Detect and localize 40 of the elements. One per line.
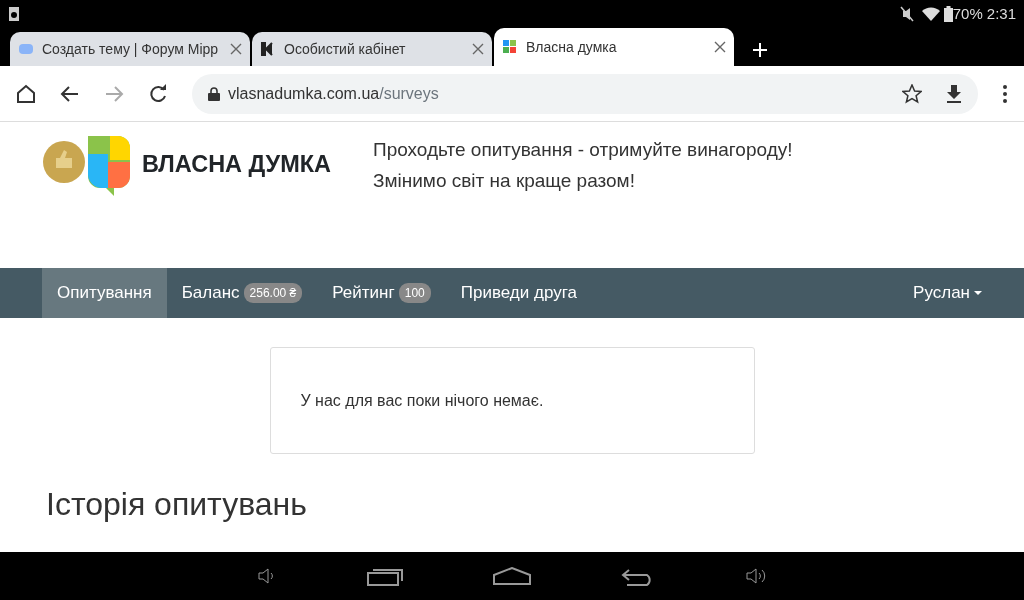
nav-item[interactable]: Баланс 256.00 ₴ bbox=[166, 268, 318, 318]
address-field[interactable]: vlasnadumka.com.ua/surveys bbox=[192, 73, 978, 114]
browser-tab[interactable]: Создать тему | Форум Mipp bbox=[10, 32, 250, 66]
recent-apps-icon[interactable] bbox=[367, 566, 403, 586]
nav-item[interactable]: Рейтинг 100 bbox=[317, 268, 446, 318]
back-icon[interactable] bbox=[60, 83, 80, 104]
browser-tab[interactable]: Власна думка bbox=[494, 28, 734, 66]
url-text: vlasnadumka.com.ua/surveys bbox=[228, 83, 440, 104]
battery-icon bbox=[943, 6, 953, 22]
close-icon[interactable] bbox=[714, 41, 726, 53]
plus-icon[interactable] bbox=[752, 42, 768, 58]
clock: 2:31 bbox=[986, 3, 1016, 24]
reload-icon[interactable] bbox=[148, 83, 168, 104]
caret-icon bbox=[974, 290, 982, 296]
notice-text: У нас для вас поки нічого немає. bbox=[300, 390, 544, 411]
battery-level: 70% bbox=[952, 3, 983, 24]
browser-tab[interactable]: Особистий кабінет bbox=[252, 32, 492, 66]
user-menu[interactable]: Руслан bbox=[898, 268, 982, 318]
volume-up-icon[interactable] bbox=[745, 566, 767, 586]
nav-item[interactable]: Приведи друга bbox=[445, 268, 592, 318]
tagline: Проходьте опитування - отримуйте винагороду! bbox=[373, 138, 793, 162]
star-icon[interactable] bbox=[902, 83, 922, 104]
download-icon[interactable] bbox=[946, 84, 962, 103]
nav-item[interactable]: Опитування bbox=[42, 268, 167, 318]
close-icon[interactable] bbox=[230, 43, 242, 55]
tile-icon bbox=[502, 39, 518, 55]
count-pill: 100 bbox=[398, 283, 431, 303]
count-pill: 256.00 ₴ bbox=[243, 283, 303, 303]
mute-icon bbox=[899, 6, 914, 22]
tagline: Змінимо світ на краще разом! bbox=[373, 169, 636, 193]
home-icon[interactable] bbox=[16, 83, 36, 104]
wifi-icon bbox=[921, 7, 940, 21]
menu-icon[interactable] bbox=[1002, 83, 1008, 104]
sd-card-icon bbox=[8, 6, 20, 22]
logo-text: ВЛАСНА ДУМКА bbox=[142, 150, 331, 180]
section-title: Історія опитувань bbox=[45, 485, 308, 524]
lock-icon bbox=[208, 86, 220, 101]
letter-icon bbox=[260, 41, 276, 57]
home-icon[interactable] bbox=[493, 567, 531, 585]
close-icon[interactable] bbox=[472, 43, 484, 55]
